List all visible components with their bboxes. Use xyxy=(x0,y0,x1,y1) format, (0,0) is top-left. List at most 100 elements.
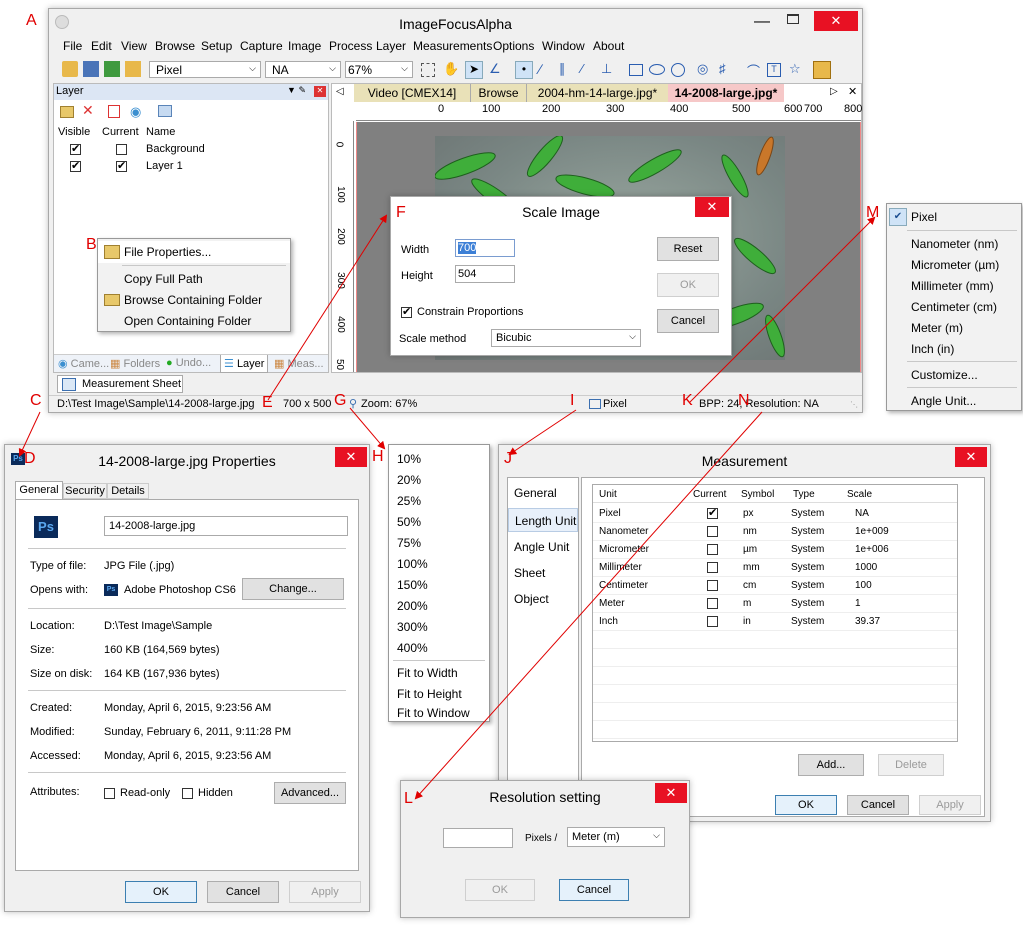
table-row[interactable]: Pixel px System NA xyxy=(593,505,957,523)
tab-scroll-left-icon[interactable]: ◁ xyxy=(336,86,344,97)
table-row[interactable]: Inch in System 39.37 xyxy=(593,613,957,631)
panel-close-icon[interactable]: ✕ xyxy=(314,86,326,97)
concentric-icon[interactable]: ◎ xyxy=(697,61,713,77)
tab-security[interactable]: Security xyxy=(63,483,107,499)
menu-item-open-folder[interactable]: Open Containing Folder xyxy=(98,311,290,331)
unit-item-cm[interactable]: Centimeter (cm) xyxy=(887,297,1021,317)
current-unit-checkbox[interactable] xyxy=(707,616,718,627)
hand-icon[interactable]: ✋ xyxy=(443,61,459,77)
unit-item-customize[interactable]: Customize... xyxy=(887,365,1021,385)
unit-select[interactable]: Pixel ⌵ xyxy=(149,61,261,78)
nav-angle-unit[interactable]: Angle Unit xyxy=(514,540,569,554)
zoom-item-fit-width[interactable]: Fit to Width xyxy=(389,663,489,683)
properties-cancel-button[interactable]: Cancel xyxy=(207,881,279,903)
status-bpp[interactable]: BPP: 24, Resolution: NA xyxy=(699,398,819,410)
merge-icon[interactable] xyxy=(158,105,172,117)
zoom-item[interactable]: 300% xyxy=(389,617,489,637)
nav-object[interactable]: Object xyxy=(514,592,549,606)
menu-view[interactable]: View xyxy=(121,39,147,53)
measurement-apply-button[interactable]: Apply xyxy=(919,795,981,815)
unit-item-pixel[interactable]: ✔ Pixel xyxy=(887,206,1021,228)
measurement-ok-button[interactable]: OK xyxy=(775,795,837,815)
add-layer-icon[interactable] xyxy=(60,106,74,118)
resolution-unit-select[interactable]: Meter (m) ⌵ xyxy=(567,827,665,847)
current-unit-checkbox[interactable] xyxy=(707,562,718,573)
scale-close-icon[interactable]: ✕ xyxy=(695,197,729,217)
eye-icon[interactable]: ◉ xyxy=(130,104,141,120)
delete-unit-button[interactable]: Delete xyxy=(878,754,944,776)
menu-options[interactable]: Options xyxy=(493,39,534,53)
circle-icon[interactable] xyxy=(671,63,685,77)
properties-ok-button[interactable]: OK xyxy=(125,881,197,903)
menu-item-browse-folder[interactable]: Browse Containing Folder xyxy=(98,290,290,310)
visible-checkbox[interactable] xyxy=(70,142,81,155)
menu-about[interactable]: About xyxy=(593,39,624,53)
properties-close-icon[interactable]: ✕ xyxy=(335,447,367,467)
resolution-close-icon[interactable]: ✕ xyxy=(655,783,687,803)
tab-undo[interactable]: ● Undo... xyxy=(166,357,211,369)
visible-checkbox[interactable] xyxy=(70,159,81,172)
measurement-cancel-button[interactable]: Cancel xyxy=(847,795,909,815)
rectangle-icon[interactable] xyxy=(629,64,643,76)
na-select[interactable]: NA ⌵ xyxy=(265,61,341,78)
pin-icon[interactable]: ▼ ✎ xyxy=(287,85,306,96)
hatch-icon[interactable]: ⁄ xyxy=(581,61,597,77)
tab-browse[interactable]: Browse xyxy=(470,84,526,102)
table-row[interactable]: Centimeter cm System 100 xyxy=(593,577,957,595)
reset-button[interactable]: Reset xyxy=(657,237,719,261)
arc-icon[interactable]: ⌒ xyxy=(747,61,763,79)
zoom-item[interactable]: 200% xyxy=(389,596,489,616)
zoom-item[interactable]: 75% xyxy=(389,533,489,553)
table-row[interactable]: Micrometer µm System 1e+006 xyxy=(593,541,957,559)
zoom-item[interactable]: 20% xyxy=(389,470,489,490)
zoom-item-fit-height[interactable]: Fit to Height xyxy=(389,684,489,704)
menu-edit[interactable]: Edit xyxy=(91,39,112,53)
browse-folder-icon[interactable] xyxy=(125,61,141,77)
current-checkbox[interactable] xyxy=(116,144,127,155)
minimize-icon[interactable]: — xyxy=(754,13,774,31)
nav-sheet[interactable]: Sheet xyxy=(514,566,545,580)
ruler-icon[interactable] xyxy=(813,61,831,79)
tab-folders[interactable]: ▦ Folders xyxy=(110,357,160,370)
unit-item-angle[interactable]: Angle Unit... xyxy=(887,391,1021,411)
menu-measurements[interactable]: Measurements xyxy=(413,39,492,53)
menu-item-file-properties[interactable]: File Properties... xyxy=(98,241,290,263)
table-row[interactable]: Layer 1 xyxy=(54,159,328,175)
perpendicular-icon[interactable]: ⊥ xyxy=(601,61,617,77)
zoom-select[interactable]: 67% ⌵ xyxy=(345,61,413,78)
pointer-icon[interactable]: ➤ xyxy=(465,61,483,79)
add-unit-button[interactable]: Add... xyxy=(798,754,864,776)
zoom-item[interactable]: 150% xyxy=(389,575,489,595)
zoom-item[interactable]: 50% xyxy=(389,512,489,532)
image-icon[interactable] xyxy=(104,61,120,77)
resolution-cancel-button[interactable]: Cancel xyxy=(559,879,629,901)
tab-video[interactable]: Video [CMEX14] xyxy=(354,84,470,102)
zoom-item-fit-window[interactable]: Fit to Window xyxy=(389,703,489,723)
tab-14-2008[interactable]: 14-2008-large.jpg* xyxy=(668,84,784,102)
zoom-item[interactable]: 100% xyxy=(389,554,489,574)
menu-layer[interactable]: Layer xyxy=(376,39,406,53)
menu-browse[interactable]: Browse xyxy=(155,39,195,53)
star-icon[interactable]: ☆ xyxy=(789,61,805,77)
current-unit-checkbox[interactable] xyxy=(707,580,718,591)
current-unit-checkbox[interactable] xyxy=(707,506,718,519)
width-input[interactable]: 700 xyxy=(455,239,515,257)
crop-icon[interactable] xyxy=(421,63,435,77)
tab-general[interactable]: General xyxy=(15,481,63,499)
unit-item-in[interactable]: Inch (in) xyxy=(887,339,1021,359)
open-folder-icon[interactable] xyxy=(62,61,78,77)
tab-camera[interactable]: ◉ Came... xyxy=(58,357,109,370)
zoom-item[interactable]: 25% xyxy=(389,491,489,511)
menu-window[interactable]: Window xyxy=(542,39,585,53)
height-input[interactable]: 504 xyxy=(455,265,515,283)
polygon-icon[interactable]: ♯ xyxy=(719,61,735,77)
table-row[interactable]: Meter m System 1 xyxy=(593,595,957,613)
maximize-icon[interactable] xyxy=(787,14,799,24)
point-icon[interactable]: • xyxy=(515,61,533,79)
table-row[interactable]: Millimeter mm System 1000 xyxy=(593,559,957,577)
properties-apply-button[interactable]: Apply xyxy=(289,881,361,903)
readonly-checkbox[interactable] xyxy=(104,788,115,799)
nav-length-unit[interactable]: Length Unit xyxy=(508,508,578,532)
table-row[interactable]: Background xyxy=(54,142,328,158)
tab-measurement[interactable]: ▦ Meas... xyxy=(274,357,324,370)
